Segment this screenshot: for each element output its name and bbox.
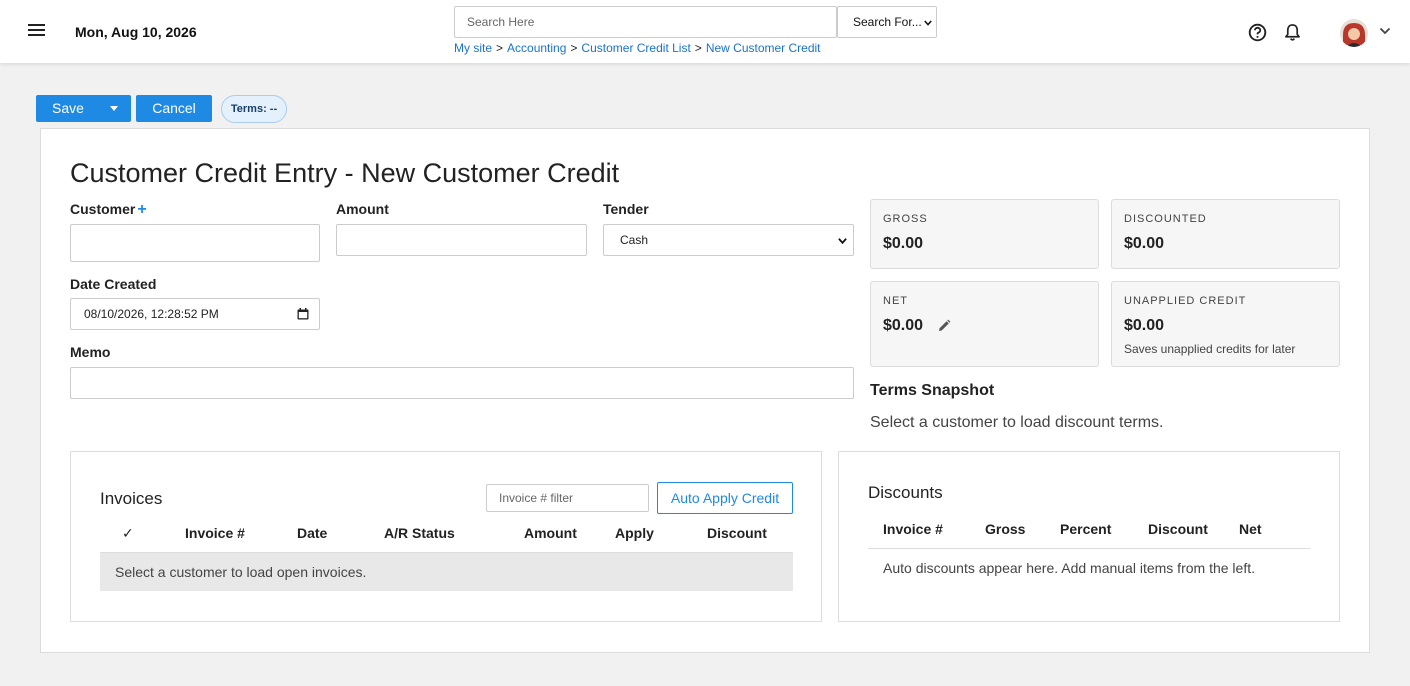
date-created-field[interactable]: 08/10/2026, 12:28:52 PM <box>70 298 320 330</box>
search-scope-value: Search For... <box>853 15 922 29</box>
unapplied-credit-label: UNAPPLIED CREDIT <box>1124 295 1247 307</box>
discounted-value: $0.00 <box>1124 235 1165 252</box>
unapplied-credit-note: Saves unapplied credits for later <box>1124 342 1296 356</box>
amount-label: Amount <box>336 201 389 217</box>
customer-label: Customer + <box>70 201 147 219</box>
date-created-label: Date Created <box>70 276 157 292</box>
tender-select[interactable]: Cash <box>603 224 854 256</box>
search-input[interactable] <box>454 6 837 38</box>
invoices-col-ar-status[interactable]: A/R Status <box>384 525 455 541</box>
invoices-col-invoice-number[interactable]: Invoice # <box>185 525 245 541</box>
breadcrumb-separator: > <box>694 41 702 55</box>
gross-stat: GROSS $0.00 <box>870 199 1099 269</box>
help-icon[interactable] <box>1248 23 1267 42</box>
bell-icon[interactable] <box>1284 23 1301 42</box>
breadcrumb-accounting[interactable]: Accounting <box>507 41 566 55</box>
discounts-empty-message: Auto discounts appear here. Add manual i… <box>883 560 1255 576</box>
chevron-down-icon[interactable] <box>1379 27 1391 35</box>
add-customer-icon[interactable]: + <box>137 201 146 218</box>
discounts-col-discount: Discount <box>1148 521 1208 537</box>
amount-field[interactable] <box>336 224 587 256</box>
breadcrumb: My site > Accounting > Customer Credit List >… <box>454 41 821 55</box>
memo-label: Memo <box>70 344 111 360</box>
pencil-icon[interactable] <box>937 319 951 333</box>
top-bar: Mon, Aug 10, 2026 Search For... My site >… <box>0 0 1410 63</box>
page-title: Customer Credit Entry - New Customer Cre… <box>70 158 620 188</box>
terms-badge: Terms: -- <box>221 95 287 123</box>
gross-value: $0.00 <box>883 235 924 252</box>
discounts-col-invoice-number: Invoice # <box>883 521 943 537</box>
unapplied-credit-value: $0.00 <box>1124 317 1165 334</box>
avatar-image <box>1340 19 1368 47</box>
memo-field[interactable] <box>70 367 854 399</box>
discounted-stat: DISCOUNTED $0.00 <box>1111 199 1340 269</box>
chevron-down-icon <box>924 20 932 26</box>
unapplied-credit-stat: UNAPPLIED CREDIT $0.00 Saves unapplied c… <box>1111 281 1340 367</box>
net-label: NET <box>883 295 908 307</box>
caret-down-icon <box>110 106 118 111</box>
gross-label: GROSS <box>883 213 928 225</box>
customer-label-text: Customer <box>70 201 136 217</box>
calendar-icon[interactable] <box>297 308 309 320</box>
save-button[interactable]: Save <box>36 95 98 122</box>
terms-snapshot-text: Select a customer to load discount terms… <box>870 414 1164 431</box>
discounted-label: DISCOUNTED <box>1124 213 1207 225</box>
invoices-col-date[interactable]: Date <box>297 525 327 541</box>
discounts-col-net: Net <box>1239 521 1262 537</box>
auto-apply-credit-button[interactable]: Auto Apply Credit <box>657 482 793 514</box>
menu-icon[interactable] <box>28 24 45 38</box>
breadcrumb-new-customer-credit[interactable]: New Customer Credit <box>706 41 821 55</box>
discounts-col-gross: Gross <box>985 521 1026 537</box>
cancel-button[interactable]: Cancel <box>136 95 212 122</box>
invoices-empty-row: Select a customer to load open invoices. <box>100 553 793 591</box>
breadcrumb-separator: > <box>570 41 578 55</box>
current-date: Mon, Aug 10, 2026 <box>75 24 197 40</box>
date-created-value: 08/10/2026, 12:28:52 PM <box>84 307 219 321</box>
net-stat: NET $0.00 <box>870 281 1099 367</box>
search-scope-select[interactable]: Search For... <box>837 6 937 38</box>
invoice-filter-input[interactable] <box>486 484 649 512</box>
invoices-title: Invoices <box>100 489 163 508</box>
tender-label: Tender <box>603 201 649 217</box>
invoices-col-discount[interactable]: Discount <box>707 525 767 541</box>
chevron-down-icon <box>838 238 847 245</box>
invoices-col-apply[interactable]: Apply <box>615 525 654 541</box>
discounts-title: Discounts <box>868 483 943 502</box>
save-options-button[interactable] <box>98 95 131 122</box>
invoices-col-amount[interactable]: Amount <box>524 525 577 541</box>
invoices-empty-message: Select a customer to load open invoices. <box>115 564 367 580</box>
tender-value: Cash <box>620 233 649 247</box>
avatar[interactable] <box>1340 19 1368 47</box>
breadcrumb-customer-credit-list[interactable]: Customer Credit List <box>581 41 690 55</box>
breadcrumb-my-site[interactable]: My site <box>454 41 492 55</box>
divider <box>868 548 1310 549</box>
net-value: $0.00 <box>883 317 924 334</box>
terms-snapshot-title: Terms Snapshot <box>870 382 995 399</box>
invoices-col-select[interactable]: ✓ <box>122 525 134 542</box>
discounts-col-percent: Percent <box>1060 521 1112 537</box>
breadcrumb-separator: > <box>496 41 504 55</box>
customer-field[interactable] <box>70 224 320 262</box>
